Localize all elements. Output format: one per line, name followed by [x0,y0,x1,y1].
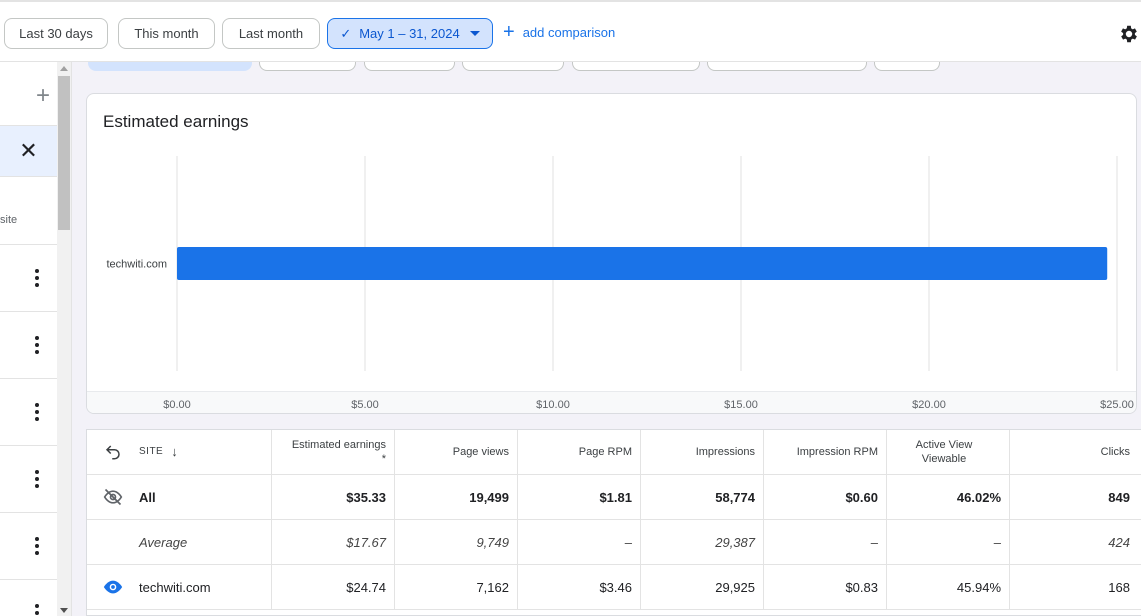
active-view-cell: – [887,520,1010,564]
impression-rpm-cell: $0.83 [764,565,887,609]
scrollbar-thumb[interactable] [58,76,70,230]
page-rpm-cell: $3.46 [518,565,641,609]
metric-tab[interactable] [259,62,356,71]
clicks-cell: 849 [1108,489,1130,505]
chip-last-30-days[interactable]: Last 30 days [4,18,108,49]
more-vert-icon[interactable] [35,269,39,287]
page-rpm-cell: $1.81 [518,475,641,519]
table-row-site: techwiti.com $24.74 7,162 $3.46 29,925 $… [87,565,1141,610]
rail-row [0,378,57,445]
page-views-cell: 19,499 [395,475,518,519]
impressions-cell: 29,387 [641,520,764,564]
metric-tab[interactable] [874,62,940,71]
dropdown-arrow-icon [469,31,480,36]
more-vert-icon[interactable] [35,470,39,488]
page-rpm-column-header[interactable]: Page RPM [518,430,641,474]
earnings-header-note: * [381,453,386,465]
site-header-label: SITE [139,446,164,457]
impression-rpm-cell: – [764,520,887,564]
rail-site-label: site [0,214,18,226]
plus-icon: + [503,21,515,43]
rail-row [0,579,57,616]
add-icon[interactable]: + [36,82,50,110]
table-header-row: SITE ↓ Estimated earnings * Page views P… [87,430,1141,475]
estimated-earnings-chart-card: Estimated earnings $0.00 $5.00 $10.00 $15.0… [86,93,1137,414]
site-name: All [139,489,156,505]
report-table: SITE ↓ Estimated earnings * Page views P… [86,429,1141,616]
x-tick-label: $0.00 [163,399,191,411]
impressions-cell: 58,774 [641,475,764,519]
rail-row [0,445,57,512]
rail-row [0,512,57,579]
metric-tab[interactable] [462,62,564,71]
page-views-cell: 7,162 [395,565,518,609]
earnings-header-label: Estimated earnings [291,439,386,451]
page-views-cell: 9,749 [395,520,518,564]
visibility-off-icon[interactable] [99,487,127,507]
earnings-cell: $24.74 [272,565,395,609]
impression-rpm-column-header[interactable]: Impression RPM [764,430,887,474]
impressions-column-header[interactable]: Impressions [641,430,764,474]
add-comparison-button[interactable]: + add comparison [503,21,616,43]
page-views-column-header[interactable]: Page views [395,430,518,474]
clicks-cell: 424 [1108,534,1130,550]
settings-gear-icon[interactable] [1118,23,1140,45]
x-tick-label: $20.00 [912,399,946,411]
date-range-selector[interactable]: ✓ May 1 – 31, 2024 [327,18,493,49]
category-label: techwiti.com [106,259,167,271]
date-range-label: May 1 – 31, 2024 [359,26,460,41]
bar-chart: $0.00 $5.00 $10.00 $15.00 $20.00 $25.00 techwi… [106,156,1134,411]
active-view-cell: 46.02% [887,475,1010,519]
close-icon[interactable]: ✕ [0,125,57,177]
metric-tab[interactable] [707,62,867,71]
more-vert-icon[interactable] [35,336,39,354]
x-tick-label: $10.00 [536,399,570,411]
chip-last-month[interactable]: Last month [222,18,320,49]
active-view-column-header[interactable]: Active View Viewable [887,430,1010,474]
x-tick-label: $15.00 [724,399,758,411]
impressions-cell: 29,925 [641,565,764,609]
check-icon: ✓ [340,25,352,41]
page-rpm-cell: – [518,520,641,564]
metric-tab[interactable] [364,62,455,71]
add-comparison-label: add comparison [522,24,616,40]
filter-bar: Last 30 days This month Last month ✓ May… [0,0,1141,62]
chip-this-month[interactable]: This month [118,18,215,49]
scroll-up-icon[interactable] [60,66,68,71]
site-cell: Average [87,520,272,564]
table-row-all: All $35.33 19,499 $1.81 58,774 $0.60 46.… [87,475,1141,520]
earnings-cell: $17.67 [272,520,395,564]
more-vert-icon[interactable] [35,604,39,616]
active-view-header-line1: Active View [915,439,973,451]
visibility-icon[interactable] [99,576,127,598]
scroll-down-icon[interactable] [60,608,68,613]
undo-icon[interactable] [99,443,127,461]
x-tick-label: $25.00 [1100,399,1134,411]
earnings-column-header[interactable]: Estimated earnings * [272,430,395,474]
site-name[interactable]: techwiti.com [139,580,211,595]
sort-down-arrow-icon[interactable]: ↓ [171,445,178,459]
metric-tab[interactable] [572,62,700,71]
bar[interactable] [177,247,1108,280]
site-name: Average [139,534,188,550]
rail-row [0,311,57,378]
table-row-average: Average $17.67 9,749 – 29,387 – – 424 [87,520,1141,565]
vertical-scrollbar[interactable] [57,62,71,616]
x-tick-label: $5.00 [351,399,379,411]
metric-tab[interactable] [88,62,252,71]
site-cell: techwiti.com [87,565,272,609]
rail-row [0,244,57,311]
more-vert-icon[interactable] [35,537,39,555]
impression-rpm-cell: $0.60 [764,475,887,519]
clicks-cell: 168 [1108,579,1130,595]
more-vert-icon[interactable] [35,403,39,421]
clicks-column-header[interactable]: Clicks [1010,430,1141,474]
site-cell: All [87,475,272,519]
earnings-cell: $35.33 [272,475,395,519]
active-view-cell: 45.94% [887,565,1010,609]
active-view-header-line2: Viewable [921,453,967,465]
site-column-header[interactable]: SITE ↓ [87,430,272,474]
